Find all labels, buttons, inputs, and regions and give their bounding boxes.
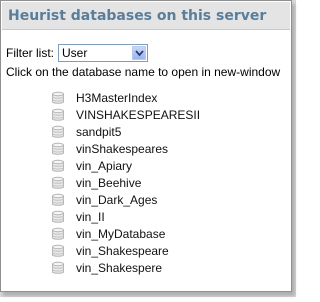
filter-label: Filter list:: [6, 46, 54, 60]
database-list-item[interactable]: vin_Dark_Ages: [51, 191, 200, 208]
database-icon: [52, 142, 64, 155]
instruction-text: Click on the database name to open in ne…: [6, 65, 281, 79]
database-icon: [52, 193, 64, 206]
database-name-link[interactable]: vin_Dark_Ages: [76, 193, 157, 207]
database-name-link[interactable]: VINSHAKESPEARESII: [76, 108, 200, 122]
database-icon: [52, 159, 64, 172]
filter-row: Filter list: User: [6, 43, 148, 63]
database-name-link[interactable]: H3MasterIndex: [76, 91, 157, 105]
database-icon: [52, 91, 64, 104]
database-list: H3MasterIndex VINSHAKESPEARESII sandpit5 vi…: [51, 89, 200, 276]
database-list-item[interactable]: vin_II: [51, 208, 200, 225]
database-list-item[interactable]: H3MasterIndex: [51, 89, 200, 106]
database-name-link[interactable]: vin_Shakespeare: [76, 244, 169, 258]
database-name-link[interactable]: vin_Beehive: [76, 176, 141, 190]
chevron-down-icon: [135, 50, 144, 57]
database-list-item[interactable]: vin_Apiary: [51, 157, 200, 174]
filter-select-value: User: [62, 46, 88, 60]
database-list-item[interactable]: vin_Shakespere: [51, 259, 200, 276]
database-icon: [52, 227, 64, 240]
database-name-link[interactable]: vin_II: [76, 210, 105, 224]
database-name-link[interactable]: vinShakespeares: [76, 142, 168, 156]
database-icon: [52, 261, 64, 274]
database-icon: [52, 176, 64, 189]
database-list-item[interactable]: vinShakespeares: [51, 140, 200, 157]
window-title: Heurist databases on this server: [8, 8, 267, 24]
dropdown-button[interactable]: [132, 46, 146, 60]
database-list-item[interactable]: sandpit5: [51, 123, 200, 140]
title-bar: Heurist databases on this server: [2, 2, 290, 30]
database-list-item[interactable]: VINSHAKESPEARESII: [51, 106, 200, 123]
database-icon: [52, 210, 64, 223]
database-list-item[interactable]: vin_MyDatabase: [51, 225, 200, 242]
database-list-item[interactable]: vin_Beehive: [51, 174, 200, 191]
database-icon: [52, 108, 64, 121]
database-icon: [52, 125, 64, 138]
database-list-item[interactable]: vin_Shakespeare: [51, 242, 200, 259]
database-icon: [52, 244, 64, 257]
filter-select[interactable]: User: [58, 44, 148, 62]
database-name-link[interactable]: vin_MyDatabase: [76, 227, 165, 241]
database-name-link[interactable]: vin_Apiary: [76, 159, 132, 173]
database-name-link[interactable]: sandpit5: [76, 125, 121, 139]
database-name-link[interactable]: vin_Shakespere: [76, 261, 162, 275]
